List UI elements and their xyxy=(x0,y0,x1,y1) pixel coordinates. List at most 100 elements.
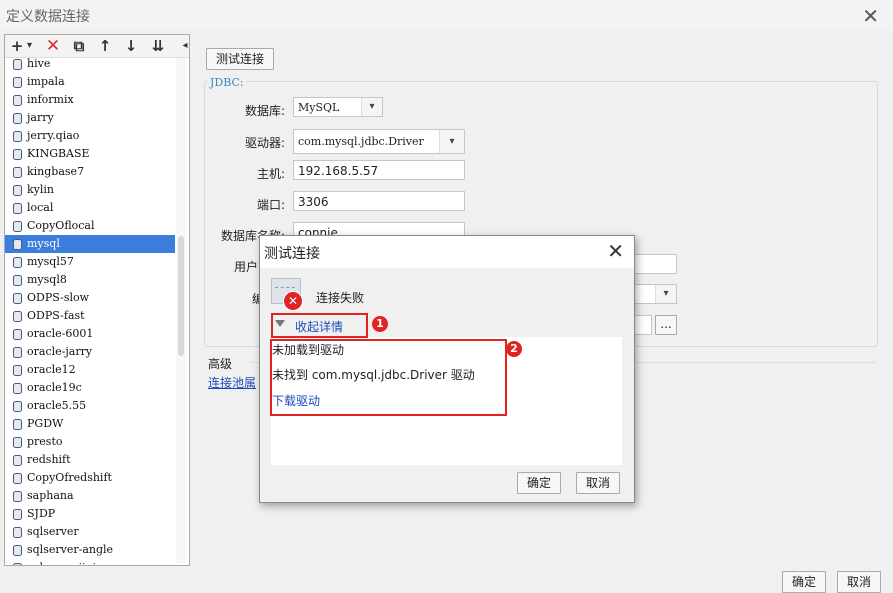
tree-item[interactable]: sqlserverjiqiao xyxy=(5,559,175,565)
dialog-close-icon[interactable]: ✕ xyxy=(607,239,624,263)
tree-item[interactable]: sqlserver-angle xyxy=(5,541,175,559)
tree-item[interactable]: redshift xyxy=(5,451,175,469)
test-connection-button[interactable]: 测试连接 xyxy=(206,48,274,70)
add-icon[interactable]: + xyxy=(10,36,24,56)
database-icon xyxy=(13,239,22,250)
host-label: 主机: xyxy=(256,167,285,181)
dialog-title: 测试连接 xyxy=(264,246,320,262)
tree-item-label: kylin xyxy=(27,183,55,196)
connection-status-text: 连接失败 xyxy=(316,291,365,305)
annotation-callout-2: 2 xyxy=(506,341,522,357)
tree-item[interactable]: hive xyxy=(5,55,175,73)
sort-icon[interactable]: ⇊ xyxy=(150,36,166,56)
tree-item[interactable]: oracle-jarry xyxy=(5,343,175,361)
tree-item[interactable]: jarry xyxy=(5,109,175,127)
annotation-box-1 xyxy=(271,313,368,338)
tree-item[interactable]: KINGBASE xyxy=(5,145,175,163)
database-icon xyxy=(13,59,22,70)
database-icon xyxy=(13,203,22,214)
tree-item[interactable]: saphana xyxy=(5,487,175,505)
tree-item-label: KINGBASE xyxy=(27,147,90,160)
move-up-icon[interactable]: ↑ xyxy=(98,36,112,56)
tree-item[interactable]: oracle5.55 xyxy=(5,397,175,415)
footer-cancel-button[interactable]: 取消 xyxy=(837,571,881,593)
tree-item[interactable]: jerry.qiao xyxy=(5,127,175,145)
driver-select[interactable]: com.mysql.jdbc.Driver ▾ xyxy=(293,129,465,154)
tree-item-label: kingbase7 xyxy=(27,165,85,178)
encoding-select[interactable]: ▾ xyxy=(632,284,677,304)
tree-item[interactable]: presto xyxy=(5,433,175,451)
tree-item[interactable]: mysql57 xyxy=(5,253,175,271)
database-icon xyxy=(13,149,22,160)
tree-item-label: oracle19c xyxy=(27,381,82,394)
tree-item[interactable]: oracle-6001 xyxy=(5,325,175,343)
chevron-down-icon: ▾ xyxy=(361,98,382,116)
tree-item[interactable]: mysql8 xyxy=(5,271,175,289)
tree-item[interactable]: oracle12 xyxy=(5,361,175,379)
connection-pool-link[interactable]: 连接池属 xyxy=(208,374,256,391)
database-select[interactable]: MySQL ▾ xyxy=(293,97,383,117)
tree-item-label: impala xyxy=(27,75,65,88)
tree-item-label: oracle5.55 xyxy=(27,399,87,412)
tree-item-label: hive xyxy=(27,57,51,70)
extra-input[interactable] xyxy=(632,315,652,335)
browse-button[interactable]: ... xyxy=(655,315,677,335)
tree-item[interactable]: oracle19c xyxy=(5,379,175,397)
dialog-ok-button[interactable]: 确定 xyxy=(517,472,561,494)
collapse-panel-icon[interactable]: ◂ xyxy=(181,36,189,56)
host-input[interactable]: 192.168.5.57 xyxy=(293,160,465,180)
driver-select-value: com.mysql.jdbc.Driver xyxy=(298,135,424,148)
tree-item-label: jarry xyxy=(27,111,54,124)
database-icon xyxy=(13,563,22,565)
tree-item-label: jerry.qiao xyxy=(27,129,80,142)
dialog-cancel-button[interactable]: 取消 xyxy=(576,472,620,494)
tree-item[interactable]: mysql xyxy=(5,235,175,253)
tree-item[interactable]: SJDP xyxy=(5,505,175,523)
database-icon xyxy=(13,383,22,394)
connection-tree: hive impala informix jarry jerry.qiao KINGBAS… xyxy=(5,55,175,565)
database-icon xyxy=(13,419,22,430)
add-menu-chevron-icon[interactable]: ▾ xyxy=(25,36,34,56)
database-icon xyxy=(13,131,22,142)
database-label: 数据库: xyxy=(244,104,285,118)
chevron-down-icon: ▾ xyxy=(655,285,676,303)
footer-ok-button[interactable]: 确定 xyxy=(782,571,826,593)
tree-scroll-thumb[interactable] xyxy=(178,236,184,356)
database-icon xyxy=(13,275,22,286)
footer-bar: 确定 取消 xyxy=(0,568,893,593)
tree-item[interactable]: informix xyxy=(5,91,175,109)
tree-item-label: mysql xyxy=(27,237,60,250)
username-input[interactable] xyxy=(632,254,677,274)
tree-scrollbar[interactable] xyxy=(176,58,186,563)
database-icon xyxy=(13,509,22,520)
tree-item-label: saphana xyxy=(27,489,74,502)
tree-item[interactable]: ODPS-slow xyxy=(5,289,175,307)
port-label: 端口: xyxy=(256,198,285,212)
tree-item[interactable]: kingbase7 xyxy=(5,163,175,181)
chevron-down-icon: ▾ xyxy=(439,130,464,153)
database-icon xyxy=(13,77,22,88)
dialog-header: 测试连接 ✕ xyxy=(260,236,634,268)
tree-item-label: presto xyxy=(27,435,63,448)
database-icon xyxy=(13,437,22,448)
tree-item[interactable]: kylin xyxy=(5,181,175,199)
tree-item[interactable]: ODPS-fast xyxy=(5,307,175,325)
jdbc-legend: JDBC: xyxy=(208,76,246,89)
tree-item-label: oracle-6001 xyxy=(27,327,94,340)
port-input[interactable]: 3306 xyxy=(293,191,465,211)
window-titlebar: 定义数据连接 ✕ xyxy=(0,0,893,30)
move-down-icon[interactable]: ↓ xyxy=(124,36,138,56)
tree-item[interactable]: CopyOflocal xyxy=(5,217,175,235)
database-select-value: MySQL xyxy=(298,101,340,114)
database-icon xyxy=(13,221,22,232)
copy-icon[interactable]: ⧉ xyxy=(71,36,87,56)
window-close-icon[interactable]: ✕ xyxy=(862,4,879,28)
database-icon xyxy=(13,293,22,304)
delete-icon[interactable]: ✕ xyxy=(45,36,61,56)
tree-item[interactable]: local xyxy=(5,199,175,217)
tree-item[interactable]: CopyOfredshift xyxy=(5,469,175,487)
tree-item[interactable]: PGDW xyxy=(5,415,175,433)
tree-item-label: sqlserver-angle xyxy=(27,543,114,556)
tree-item[interactable]: sqlserver xyxy=(5,523,175,541)
tree-item[interactable]: impala xyxy=(5,73,175,91)
